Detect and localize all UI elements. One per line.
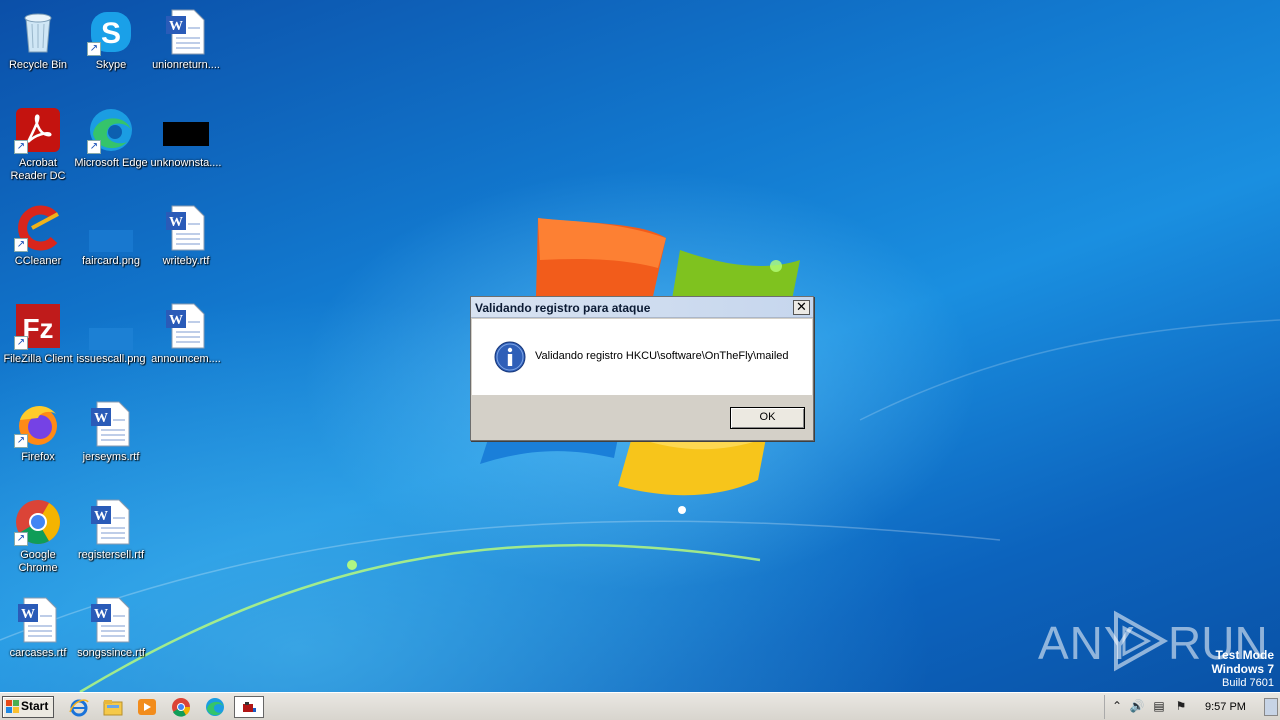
desktop-icon-issuescall[interactable]: issuescall.png bbox=[73, 296, 149, 386]
dialog-title: Validando registro para ataque bbox=[475, 301, 651, 315]
desktop-icon-carcases[interactable]: W carcases.rtf bbox=[0, 590, 76, 680]
word-document-icon: W bbox=[162, 204, 210, 252]
chevron-up-icon[interactable]: ⌃ bbox=[1109, 699, 1125, 715]
shortcut-arrow-icon: ↗ bbox=[87, 140, 101, 154]
desktop-icon-jerseyms[interactable]: W jerseyms.rtf bbox=[73, 394, 149, 484]
network-icon[interactable]: ▤ bbox=[1151, 699, 1167, 715]
desktop-icon-recycle-bin[interactable]: Recycle Bin bbox=[0, 2, 76, 92]
firefox-icon: ↗ bbox=[14, 400, 62, 448]
svg-text:W: W bbox=[169, 215, 183, 230]
media-player-icon bbox=[138, 699, 156, 715]
system-info: Test Mode Windows 7 Build 7601 bbox=[1211, 648, 1274, 689]
svg-text:W: W bbox=[169, 19, 183, 34]
word-document-icon: W bbox=[162, 8, 210, 56]
image-thumbnail-icon bbox=[87, 302, 135, 350]
word-document-icon: W bbox=[87, 400, 135, 448]
dialog-body: Validando registro HKCU\software\OnTheFl… bbox=[472, 319, 812, 395]
desktop-icon-acrobat[interactable]: ↗ Acrobat Reader DC bbox=[0, 100, 76, 190]
acrobat-icon: ↗ bbox=[14, 106, 62, 154]
word-document-icon: W bbox=[87, 596, 135, 644]
skype-icon: S ↗ bbox=[87, 8, 135, 56]
desktop-icon-registersell[interactable]: W registersell.rtf bbox=[73, 492, 149, 582]
shortcut-arrow-icon: ↗ bbox=[14, 434, 28, 448]
shortcut-arrow-icon: ↗ bbox=[14, 140, 28, 154]
taskbar-edge[interactable] bbox=[204, 696, 228, 718]
clock[interactable]: 9:57 PM bbox=[1205, 701, 1246, 713]
svg-text:W: W bbox=[21, 607, 35, 622]
file-explorer-icon bbox=[103, 700, 123, 716]
info-icon bbox=[494, 341, 526, 373]
action-center-flag-icon[interactable]: ⚑ bbox=[1173, 699, 1189, 715]
taskbar-file-explorer[interactable] bbox=[102, 696, 126, 718]
desktop-icon-unionreturn[interactable]: W unionreturn.... bbox=[148, 2, 224, 92]
image-thumbnail-icon bbox=[87, 204, 135, 252]
taskbar: Start ⌃ 🔊 ▤ ⚑ 9:57 PM bbox=[0, 692, 1280, 720]
filezilla-icon: Fz ↗ bbox=[14, 302, 62, 350]
show-desktop-button[interactable] bbox=[1264, 698, 1278, 716]
dialog-message: Validando registro HKCU\software\OnTheFl… bbox=[535, 350, 789, 362]
ok-button[interactable]: OK bbox=[730, 407, 805, 429]
taskbar-running-app[interactable] bbox=[234, 696, 264, 718]
svg-text:W: W bbox=[94, 411, 108, 426]
taskbar-internet-explorer[interactable] bbox=[68, 696, 92, 718]
taskbar-media-player[interactable] bbox=[136, 696, 160, 718]
dialog-titlebar[interactable]: Validando registro para ataque ✕ bbox=[471, 297, 813, 318]
desktop: Recycle Bin S ↗ Skype W unionreturn.... … bbox=[0, 0, 1280, 692]
volume-icon[interactable]: 🔊 bbox=[1129, 699, 1145, 715]
desktop-icon-announcem[interactable]: W announcem.... bbox=[148, 296, 224, 386]
edge-icon: ↗ bbox=[87, 106, 135, 154]
chrome-icon bbox=[172, 698, 191, 717]
anyrun-watermark: ANY RUN bbox=[1036, 606, 1268, 676]
running-app-icon bbox=[243, 702, 256, 712]
close-icon: ✕ bbox=[796, 299, 807, 314]
svg-text:W: W bbox=[94, 509, 108, 524]
start-button[interactable]: Start bbox=[2, 696, 54, 718]
black-thumbnail-icon bbox=[162, 106, 210, 154]
desktop-icon-edge[interactable]: ↗ Microsoft Edge bbox=[73, 100, 149, 190]
word-document-icon: W bbox=[162, 302, 210, 350]
desktop-icon-skype[interactable]: S ↗ Skype bbox=[73, 2, 149, 92]
ccleaner-icon: ↗ bbox=[14, 204, 62, 252]
svg-text:S: S bbox=[101, 17, 121, 50]
word-document-icon: W bbox=[87, 498, 135, 546]
desktop-icon-filezilla[interactable]: Fz ↗ FileZilla Client bbox=[0, 296, 76, 386]
message-dialog: Validando registro para ataque ✕ Validan… bbox=[470, 296, 814, 441]
desktop-icon-ccleaner[interactable]: ↗ CCleaner bbox=[0, 198, 76, 288]
close-button[interactable]: ✕ bbox=[793, 300, 810, 315]
recycle-bin-icon bbox=[14, 8, 62, 56]
edge-icon bbox=[206, 698, 224, 716]
desktop-icon-writeby[interactable]: W writeby.rtf bbox=[148, 198, 224, 288]
desktop-icon-songssince[interactable]: W songssince.rtf bbox=[73, 590, 149, 680]
shortcut-arrow-icon: ↗ bbox=[14, 532, 28, 546]
chrome-icon: ↗ bbox=[14, 498, 62, 546]
shortcut-arrow-icon: ↗ bbox=[87, 42, 101, 56]
shortcut-arrow-icon: ↗ bbox=[14, 238, 28, 252]
taskbar-chrome[interactable] bbox=[170, 696, 194, 718]
svg-text:W: W bbox=[169, 313, 183, 328]
windows-flag-icon bbox=[6, 700, 19, 713]
internet-explorer-icon bbox=[69, 699, 89, 717]
shortcut-arrow-icon: ↗ bbox=[14, 336, 28, 350]
desktop-icon-firefox[interactable]: ↗ Firefox bbox=[0, 394, 76, 484]
desktop-icon-faircard[interactable]: faircard.png bbox=[73, 198, 149, 288]
system-tray: ⌃ 🔊 ▤ ⚑ 9:57 PM bbox=[1104, 695, 1280, 719]
desktop-icon-unknownsta[interactable]: unknownsta.... bbox=[148, 100, 224, 190]
play-logo-icon bbox=[1114, 610, 1169, 672]
desktop-icon-chrome[interactable]: ↗ Google Chrome bbox=[0, 492, 76, 582]
svg-text:W: W bbox=[94, 607, 108, 622]
word-document-icon: W bbox=[14, 596, 62, 644]
